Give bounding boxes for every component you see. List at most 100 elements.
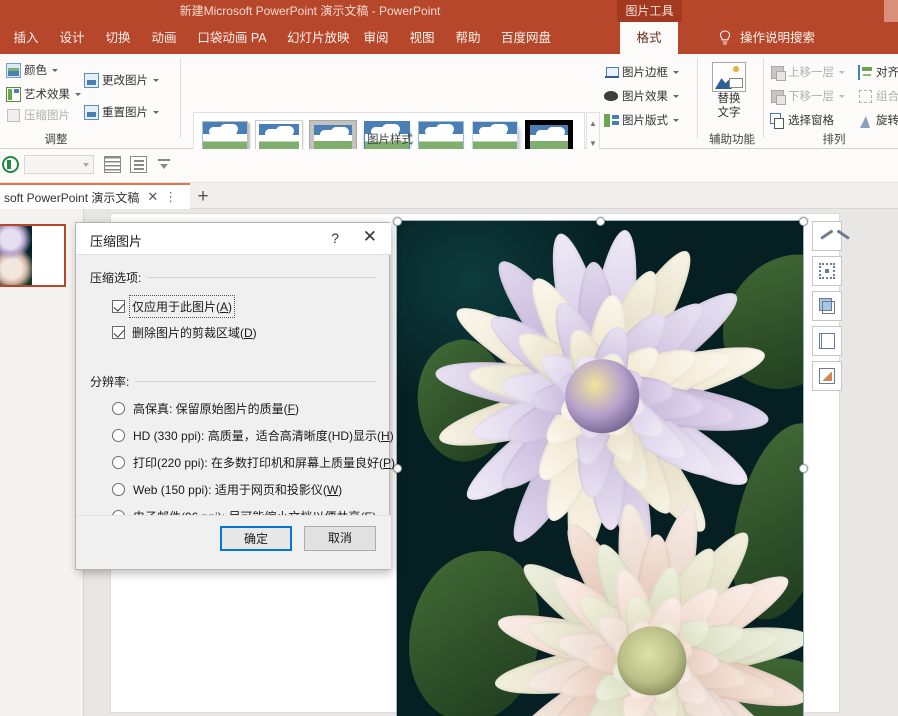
- radio-label-0: 高保真: 保留原始图片的质量(F): [133, 400, 299, 417]
- handle-top-left[interactable]: [393, 217, 402, 226]
- checkbox-row-0[interactable]: 仅应用于此图片(A): [112, 297, 232, 315]
- more-commands-icon[interactable]: [158, 159, 170, 171]
- chevron-down-icon[interactable]: [673, 95, 679, 98]
- handle-top-center[interactable]: [596, 217, 605, 226]
- style-combo-box[interactable]: [24, 155, 94, 174]
- chevron-down-icon[interactable]: [153, 79, 159, 82]
- ribbon-tab-7[interactable]: 视图: [402, 22, 442, 54]
- button-label: 更改图片: [102, 72, 148, 88]
- bloom-center: [617, 626, 686, 695]
- button-label: 选择窗格: [788, 112, 834, 128]
- picture-effects-button[interactable]: 图片效果: [604, 86, 679, 106]
- group-icon: [858, 89, 873, 104]
- artistic-effects-icon: [6, 87, 21, 102]
- chevron-down-icon[interactable]: [75, 93, 81, 96]
- chevron-down-icon[interactable]: [839, 71, 845, 74]
- checkbox-label-1: 删除图片的剪裁区域(D): [132, 324, 257, 341]
- chevron-down-icon[interactable]: [839, 95, 845, 98]
- button-label: 重置图片: [102, 104, 148, 120]
- picture-layout-button[interactable]: 图片版式: [604, 110, 679, 130]
- ribbon-tab-3[interactable]: 动画: [144, 22, 184, 54]
- chevron-down-icon[interactable]: [52, 69, 58, 72]
- handle-top-right[interactable]: [799, 217, 808, 226]
- collapse-chevron-icon[interactable]: [812, 221, 842, 251]
- inline-with-text-icon[interactable]: [812, 256, 842, 286]
- tell-me-label[interactable]: 操作说明搜索: [740, 22, 815, 54]
- document-tab-bar: soft PowerPoint 演示文稿 ✕ ⋮ +: [0, 183, 898, 209]
- ribbon-tab-10[interactable]: 格式: [620, 22, 678, 54]
- close-icon[interactable]: ✕: [147, 189, 158, 205]
- artistic-effects-button[interactable]: 艺术效果: [6, 84, 81, 104]
- picture-border-icon: [604, 65, 619, 80]
- radio-0[interactable]: [112, 402, 125, 415]
- ribbon-tab-9[interactable]: 百度网盘: [494, 22, 554, 54]
- ribbon-tab-5[interactable]: 幻灯片放映: [280, 22, 350, 54]
- checkbox-1[interactable]: [112, 326, 125, 339]
- chevron-down-icon[interactable]: [673, 71, 679, 74]
- new-tab-button[interactable]: +: [192, 186, 214, 208]
- copy-layout-icon[interactable]: [812, 326, 842, 356]
- resolution-section: 分辨率:: [90, 373, 377, 389]
- checkbox-row-1[interactable]: 删除图片的剪裁区域(D): [112, 323, 257, 341]
- radio-label-2: 打印(220 ppi): 在多数打印机和屏幕上质量良好(P): [133, 454, 395, 471]
- square-wrap-icon[interactable]: [812, 291, 842, 321]
- help-icon[interactable]: ?: [331, 230, 339, 246]
- cancel-button[interactable]: 取消: [304, 526, 376, 551]
- close-icon[interactable]: ✕: [363, 228, 377, 246]
- window-controls-stub[interactable]: [884, 0, 898, 22]
- powerpoint-logo-icon: [2, 156, 19, 173]
- radio-label-3: Web (150 ppi): 适用于网页和投影仪(W): [133, 481, 342, 498]
- overflow-icon[interactable]: ⋮: [164, 189, 177, 205]
- picture-border-button[interactable]: 图片边框: [604, 62, 679, 82]
- ribbon-group-label-3: 排列: [770, 131, 898, 147]
- ribbon-group-label-0: 调整: [0, 131, 112, 147]
- rotate-icon: [858, 113, 873, 128]
- radio-3[interactable]: [112, 483, 125, 496]
- slide-thumbnail-pane: [0, 209, 84, 716]
- ribbon-tab-4[interactable]: 口袋动画 PA: [190, 22, 274, 54]
- rotate-button[interactable]: 旋转: [858, 110, 898, 130]
- bloom-center: [565, 359, 639, 433]
- change-picture-button[interactable]: 更改图片: [84, 70, 159, 90]
- checkbox-0[interactable]: [112, 300, 125, 313]
- radio-1[interactable]: [112, 429, 125, 442]
- alt-text-label-line2: 文字: [718, 106, 741, 120]
- slide-thumbnail-image: [0, 226, 32, 285]
- lightbulb-icon: [718, 30, 732, 46]
- compress-picture-button[interactable]: 压缩图片: [6, 105, 70, 125]
- outline-view-icon[interactable]: [130, 156, 147, 173]
- ribbon-tab-0[interactable]: 插入: [6, 22, 46, 54]
- bring-forward-button[interactable]: 上移一层: [770, 62, 845, 82]
- resize-arrow-icon[interactable]: [812, 361, 842, 391]
- alt-text-button[interactable]: 替换 文字: [703, 58, 755, 138]
- chevron-down-icon[interactable]: [153, 111, 159, 114]
- handle-middle-right[interactable]: [799, 464, 808, 473]
- radio-label-1: HD (330 ppi): 高质量，适合高清晰度(HD)显示(H): [133, 427, 394, 444]
- ribbon-tab-1[interactable]: 设计: [52, 22, 92, 54]
- resolution-label: 分辨率:: [90, 373, 135, 390]
- reset-picture-icon: [84, 105, 99, 120]
- send-backward-icon: [770, 89, 785, 104]
- group-button[interactable]: 组合: [858, 86, 898, 106]
- radio-row-2[interactable]: 打印(220 ppi): 在多数打印机和屏幕上质量良好(P): [112, 453, 395, 471]
- ribbon-tab-2[interactable]: 切换: [98, 22, 138, 54]
- line-spacing-icon[interactable]: [104, 156, 121, 173]
- selection-pane-button[interactable]: 选择窗格: [770, 110, 834, 130]
- dahlia-flower-photo[interactable]: [397, 221, 803, 716]
- ribbon-tab-8[interactable]: 帮助: [448, 22, 488, 54]
- document-tab[interactable]: soft PowerPoint 演示文稿 ✕ ⋮: [0, 185, 190, 209]
- radio-2[interactable]: [112, 456, 125, 469]
- align-button[interactable]: 对齐: [858, 62, 898, 82]
- reset-picture-button[interactable]: 重置图片: [84, 102, 159, 122]
- slide-thumbnail-1[interactable]: [0, 224, 66, 287]
- send-backward-button[interactable]: 下移一层: [770, 86, 845, 106]
- ok-button[interactable]: 确定: [220, 526, 292, 551]
- picture-color-button[interactable]: 颜色: [6, 60, 58, 80]
- compress-pictures-dialog[interactable]: 压缩图片 ? ✕ 压缩选项: 仅应用于此图片(A)删除图片的剪裁区域(D) 分辨…: [75, 222, 390, 570]
- chevron-down-icon[interactable]: [673, 119, 679, 122]
- radio-row-0[interactable]: 高保真: 保留原始图片的质量(F): [112, 399, 299, 417]
- radio-row-3[interactable]: Web (150 ppi): 适用于网页和投影仪(W): [112, 480, 342, 498]
- button-label: 旋转: [876, 112, 898, 128]
- radio-row-1[interactable]: HD (330 ppi): 高质量，适合高清晰度(HD)显示(H): [112, 426, 394, 444]
- ribbon-tab-6[interactable]: 审阅: [356, 22, 396, 54]
